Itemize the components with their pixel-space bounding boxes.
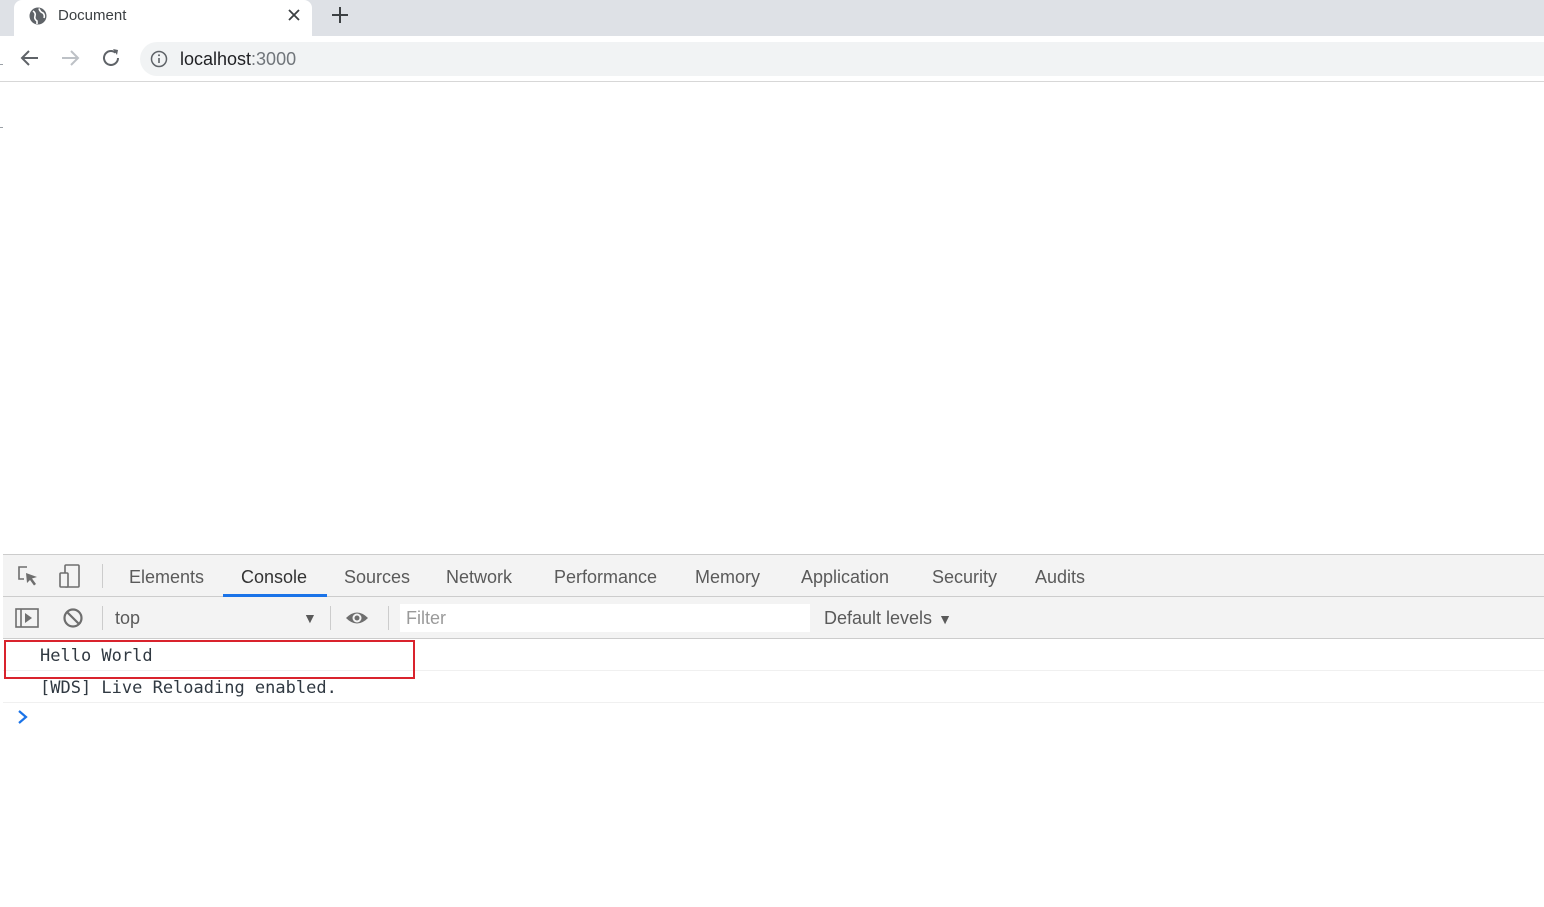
tab-sources[interactable]: Sources	[344, 555, 410, 597]
tab-application[interactable]: Application	[801, 555, 889, 597]
context-selector[interactable]: top	[115, 606, 140, 630]
chevron-right-icon[interactable]	[16, 709, 30, 725]
url-host: localhost	[180, 49, 252, 69]
console-messages[interactable]: Hello World [WDS] Live Reloading enabled…	[3, 640, 1544, 907]
tab-performance[interactable]: Performance	[554, 555, 657, 597]
tab-title: Document	[58, 7, 127, 24]
device-toolbar-icon[interactable]	[58, 563, 84, 589]
toolbar-divider	[102, 564, 103, 588]
tab-security[interactable]: Security	[932, 555, 997, 597]
triangle-down-icon: ▼	[938, 611, 952, 627]
sidebar-toggle-icon[interactable]	[14, 605, 40, 631]
tab-memory[interactable]: Memory	[695, 555, 760, 597]
inspect-element-icon[interactable]	[15, 563, 41, 589]
page-viewport[interactable]	[3, 83, 1544, 554]
close-icon[interactable]	[284, 5, 304, 25]
devtools-panel: Elements Console Sources Network Perform…	[3, 554, 1544, 907]
globe-icon	[29, 7, 47, 25]
reload-icon[interactable]	[99, 46, 123, 70]
toolbar-divider	[388, 606, 389, 630]
triangle-down-icon[interactable]: ▼	[303, 606, 317, 630]
arrow-left-icon[interactable]	[18, 46, 42, 70]
tab-elements[interactable]: Elements	[129, 555, 204, 597]
plus-icon[interactable]	[328, 3, 352, 27]
clear-console-icon[interactable]	[60, 605, 86, 631]
browser-toolbar: localhost:3000	[0, 36, 1544, 82]
browser-tab[interactable]: Document	[14, 0, 312, 36]
tab-strip: Document	[0, 0, 1544, 36]
tab-network[interactable]: Network	[446, 555, 512, 597]
log-levels-dropdown[interactable]: Default levels ▼	[824, 606, 952, 631]
tab-audits[interactable]: Audits	[1035, 555, 1085, 597]
log-levels-label: Default levels	[824, 608, 933, 628]
eye-icon[interactable]	[344, 605, 370, 631]
url-text: localhost:3000	[180, 49, 296, 69]
tab-console[interactable]: Console	[241, 555, 307, 597]
toolbar-divider	[330, 606, 331, 630]
arrow-right-icon[interactable]	[58, 46, 82, 70]
console-message-text: [WDS] Live Reloading enabled.	[40, 678, 337, 698]
address-bar[interactable]: localhost:3000	[140, 42, 1544, 76]
window-edge-mark	[0, 64, 3, 65]
filter-input[interactable]	[400, 604, 810, 632]
url-port: :3000	[251, 49, 297, 69]
info-icon[interactable]	[150, 50, 168, 68]
console-toolbar: top ▼ Default levels ▼	[3, 597, 1544, 639]
toolbar-divider	[102, 606, 103, 630]
devtools-tabbar: Elements Console Sources Network Perform…	[3, 555, 1544, 597]
console-message: [WDS] Live Reloading enabled.	[3, 672, 1544, 703]
